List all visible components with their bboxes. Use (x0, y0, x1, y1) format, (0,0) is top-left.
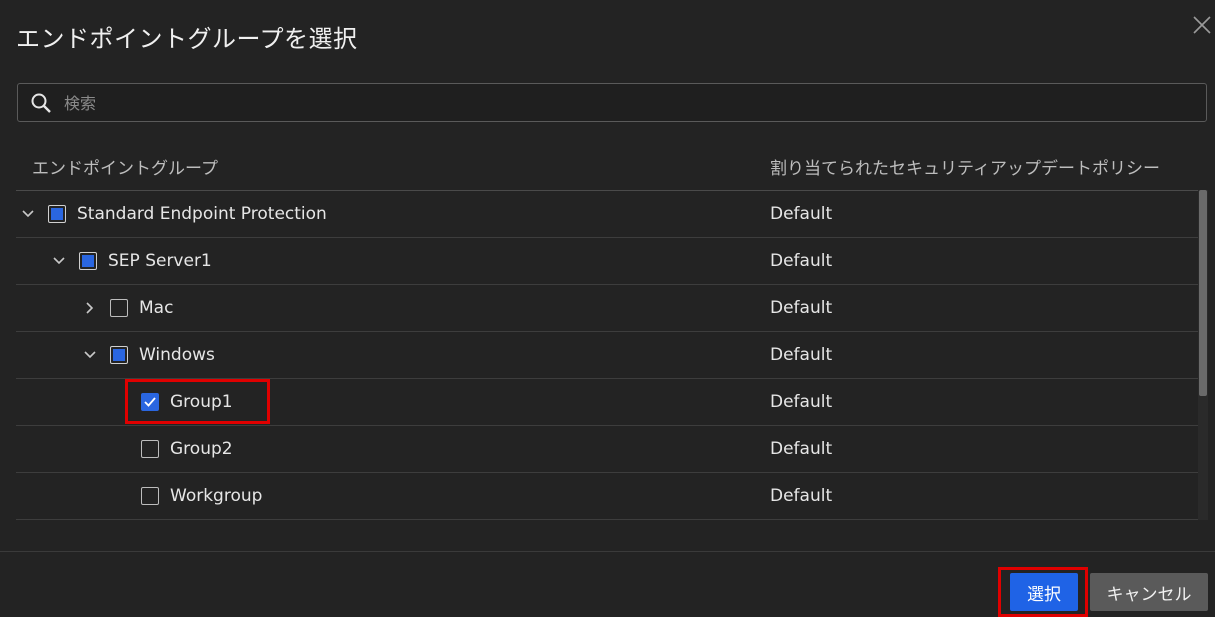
search-box (17, 83, 1207, 123)
select-endpoint-group-dialog: エンドポイントグループを選択 エンドポイントグループ 割り当てられたセキュリティ… (0, 0, 1215, 617)
vertical-scrollbar[interactable] (1198, 190, 1208, 520)
table-row[interactable]: Group2 Default (16, 426, 1199, 473)
row-checkbox[interactable] (110, 346, 128, 364)
policy-name: Default (770, 251, 833, 271)
row-checkbox[interactable] (141, 440, 159, 458)
row-checkbox[interactable] (48, 205, 66, 223)
table-row[interactable]: Standard Endpoint Protection Default (16, 191, 1199, 238)
policy-name: Default (770, 345, 833, 365)
close-icon[interactable] (1191, 14, 1213, 36)
search-input[interactable] (62, 84, 1196, 123)
group-name: Standard Endpoint Protection (77, 204, 327, 224)
highlight-box-select-button (998, 567, 1088, 617)
policy-name: Default (770, 439, 833, 459)
highlight-box-group1 (125, 379, 270, 424)
table-row[interactable]: Windows Default (16, 332, 1199, 379)
row-checkbox[interactable] (79, 252, 97, 270)
table-row[interactable]: Mac Default (16, 285, 1199, 332)
footer-divider (0, 551, 1215, 552)
group-name: SEP Server1 (108, 251, 212, 271)
chevron-right-icon[interactable] (83, 300, 97, 314)
search-icon (30, 92, 52, 114)
row-checkbox[interactable] (110, 299, 128, 317)
scrollbar-thumb[interactable] (1199, 190, 1207, 396)
group-name: Windows (139, 345, 215, 365)
group-name: Workgroup (170, 486, 263, 506)
group-name: Group2 (170, 439, 233, 459)
table-header: エンドポイントグループ 割り当てられたセキュリティアップデートポリシー (16, 144, 1199, 191)
cancel-button[interactable]: キャンセル (1090, 573, 1208, 611)
chevron-down-icon[interactable] (83, 347, 97, 361)
policy-name: Default (770, 392, 833, 412)
policy-name: Default (770, 204, 833, 224)
dialog-title: エンドポイントグループを選択 (16, 25, 358, 53)
chevron-down-icon[interactable] (21, 206, 35, 220)
chevron-down-icon[interactable] (52, 253, 66, 267)
row-checkbox[interactable] (141, 487, 159, 505)
policy-name: Default (770, 298, 833, 318)
column-header-endpoint-group[interactable]: エンドポイントグループ (32, 154, 218, 179)
table-body: Standard Endpoint Protection Default SEP S… (16, 191, 1199, 521)
group-name: Mac (139, 298, 174, 318)
column-header-policy[interactable]: 割り当てられたセキュリティアップデートポリシー (770, 154, 1160, 179)
table-row[interactable]: SEP Server1 Default (16, 238, 1199, 285)
policy-name: Default (770, 486, 833, 506)
table-row[interactable]: Workgroup Default (16, 473, 1199, 520)
